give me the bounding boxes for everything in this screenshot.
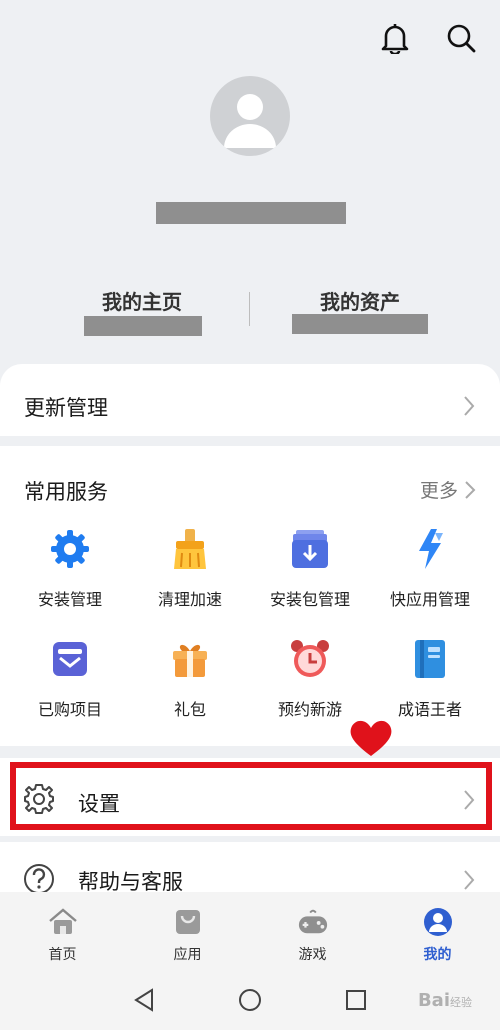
update-management-row[interactable]: 更新管理	[0, 364, 500, 436]
my-homepage-link[interactable]: 我的主页	[88, 286, 196, 315]
chevron-right-icon	[465, 480, 476, 499]
service-label: 安装管理	[37, 590, 102, 609]
broom-icon	[167, 526, 213, 572]
service-label: 快应用管理	[389, 590, 470, 609]
more-label: 更多	[419, 480, 458, 502]
recents-square-icon[interactable]	[342, 986, 370, 1014]
username-redacted	[156, 202, 346, 224]
service-quick-app-management[interactable]: 快应用管理	[370, 526, 490, 610]
home-icon	[47, 906, 79, 938]
book-icon	[407, 636, 453, 682]
profile-icon	[422, 906, 454, 938]
tab-label: 首页	[48, 947, 77, 963]
service-reserve-new-games[interactable]: 预约新游	[250, 636, 370, 720]
assets-value-redacted	[292, 314, 428, 334]
lightning-icon	[407, 526, 453, 572]
service-idiom-king[interactable]: 成语王者	[370, 636, 490, 720]
my-assets-link[interactable]: 我的资产	[306, 286, 414, 315]
service-gift-pack[interactable]: 礼包	[130, 636, 250, 720]
service-label: 清理加速	[157, 590, 222, 609]
tab-label: 游戏	[298, 947, 327, 963]
my-assets-label: 我的资产	[320, 290, 400, 314]
top-bar	[378, 18, 478, 58]
gear-icon	[47, 526, 93, 572]
apps-bag-icon	[172, 906, 204, 938]
package-download-icon	[287, 526, 333, 572]
service-clean-speedup[interactable]: 清理加速	[130, 526, 250, 610]
service-label: 安装包管理	[269, 590, 350, 609]
service-label: 已购项目	[37, 700, 102, 719]
service-label: 礼包	[173, 700, 206, 719]
homepage-value-redacted	[84, 316, 202, 336]
bottom-tab-bar: 首页 应用 游戏 我的	[0, 892, 500, 972]
update-management-label: 更新管理	[24, 396, 108, 420]
watermark-sub: 经验	[450, 996, 472, 1009]
gamepad-icon	[297, 906, 329, 938]
common-services-title: 常用服务	[24, 480, 108, 504]
tab-home[interactable]: 首页	[0, 892, 125, 972]
bell-icon[interactable]	[378, 18, 412, 58]
back-triangle-icon[interactable]	[130, 986, 158, 1014]
heart-icon	[350, 720, 392, 756]
watermark: Bai经验	[418, 990, 472, 1011]
home-circle-icon[interactable]	[236, 986, 264, 1014]
services-grid: 安装管理 清理加速 安装包管理 快应用管理 已购项目 礼包 预约新游 成语王者	[10, 526, 490, 720]
tab-games[interactable]: 游戏	[250, 892, 375, 972]
service-label: 预约新游	[277, 700, 342, 719]
tab-label: 我的	[423, 947, 452, 963]
service-label: 成语王者	[397, 700, 462, 719]
service-package-management[interactable]: 安装包管理	[250, 526, 370, 610]
tab-label: 应用	[173, 947, 202, 963]
chevron-right-icon	[464, 396, 475, 416]
settings-highlight-box	[10, 762, 492, 830]
avatar[interactable]	[210, 76, 290, 156]
divider	[249, 292, 250, 326]
more-button[interactable]: 更多	[420, 476, 476, 503]
tab-me[interactable]: 我的	[375, 892, 500, 972]
watermark-brand: Bai	[417, 990, 450, 1011]
service-install-management[interactable]: 安装管理	[10, 526, 130, 610]
my-homepage-label: 我的主页	[102, 290, 182, 314]
alarm-clock-icon	[287, 636, 333, 682]
help-icon	[24, 864, 54, 894]
tab-apps[interactable]: 应用	[125, 892, 250, 972]
purchased-box-icon	[47, 636, 93, 682]
chevron-right-icon	[464, 870, 475, 890]
common-services-card: 常用服务 更多 安装管理 清理加速 安装包管理 快应用管理 已购项目 礼包 预约…	[0, 446, 500, 746]
search-icon[interactable]	[444, 18, 478, 58]
gift-icon	[167, 636, 213, 682]
service-purchased-items[interactable]: 已购项目	[10, 636, 130, 720]
